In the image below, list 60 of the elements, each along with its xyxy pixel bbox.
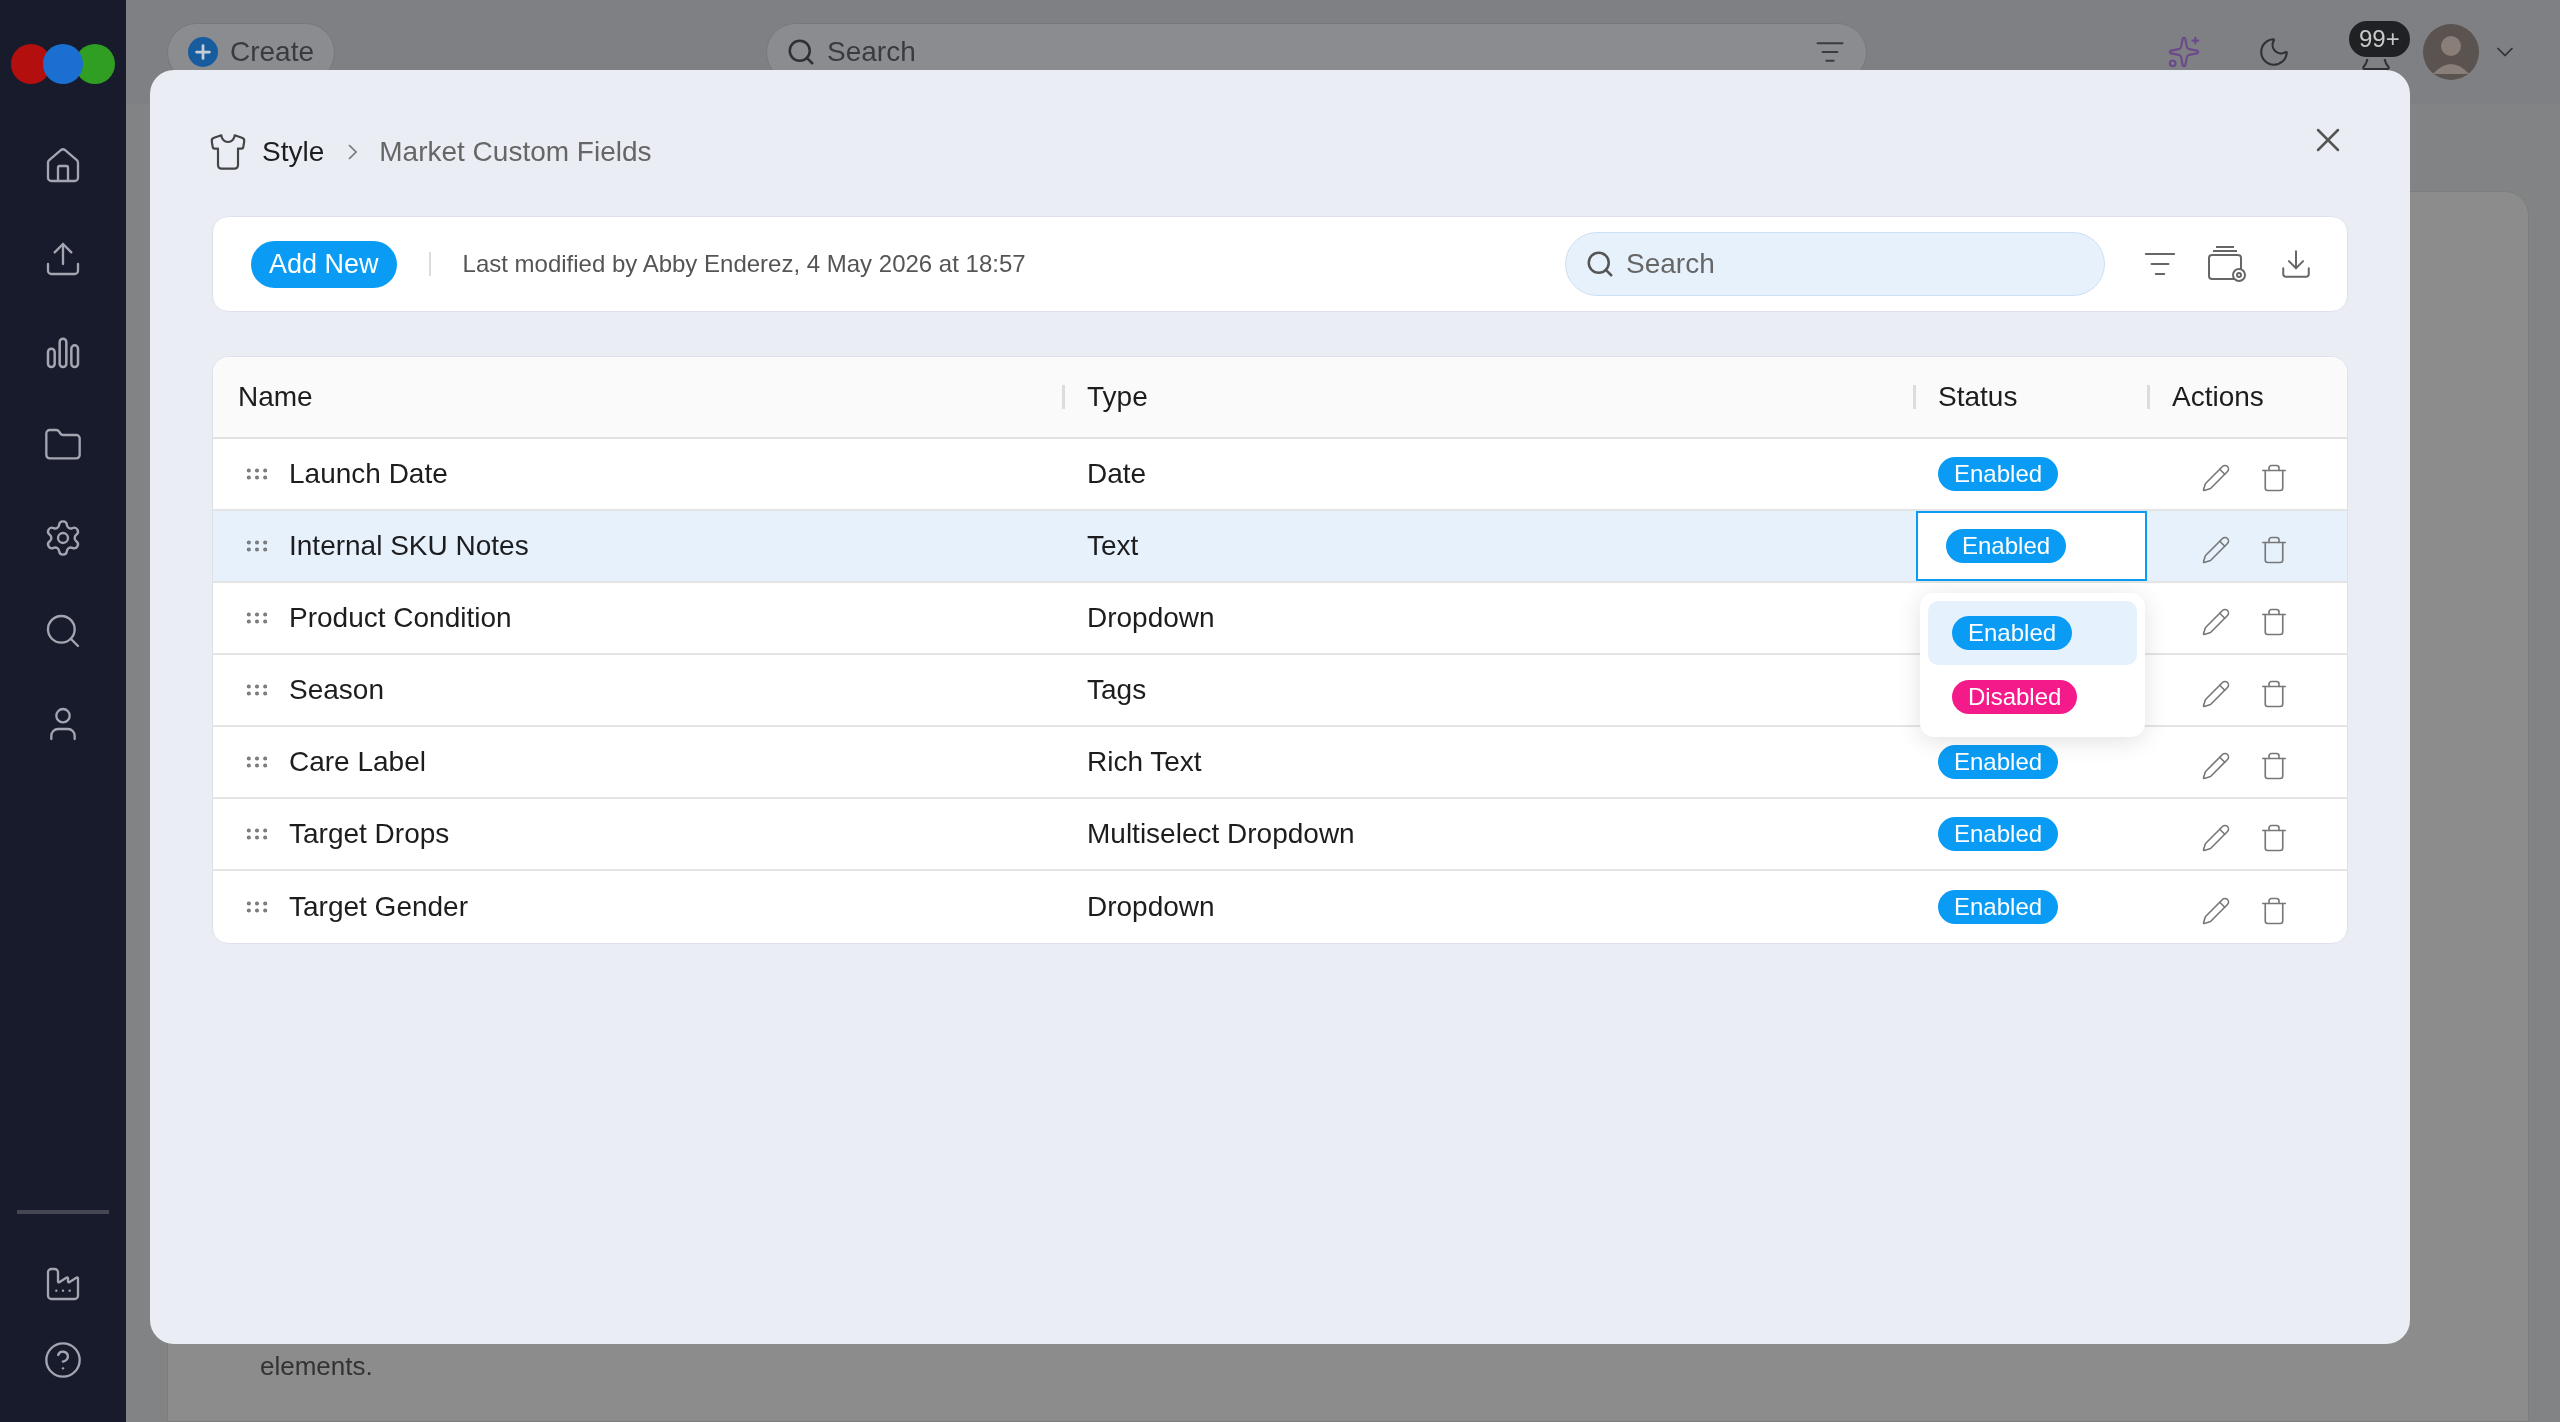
edit-icon[interactable] (2201, 607, 2231, 637)
breadcrumb-current: Market Custom Fields (379, 135, 652, 169)
edit-icon[interactable] (2201, 823, 2231, 853)
logo-icon (8, 42, 117, 86)
delete-icon[interactable] (2259, 679, 2289, 709)
column-header: Type (1087, 380, 1148, 414)
status-badge[interactable]: Enabled (1952, 616, 2073, 650)
table-cell-text: Product Condition (289, 601, 512, 635)
table-cell-text: Text (1087, 529, 1139, 563)
status-badge[interactable]: Enabled (1938, 817, 2059, 851)
column-settings-icon[interactable] (2207, 245, 2249, 283)
chevron-right-icon (348, 144, 358, 160)
add-new-button[interactable]: Add New (251, 240, 397, 288)
dropdown-option[interactable]: Disabled (1928, 665, 2137, 729)
table-row[interactable]: Target Drops Multiselect Dropdown Enabled (213, 799, 2347, 871)
status-badge[interactable]: Enabled (1938, 745, 2059, 779)
search-icon (1585, 249, 1615, 279)
table-cell-text: Target Drops (289, 817, 450, 851)
table-row[interactable]: Target Gender Dropdown Enabled (213, 871, 2347, 943)
table-cell-text: Season (289, 673, 384, 707)
dropdown-option[interactable]: Enabled (1928, 601, 2137, 665)
edit-icon[interactable] (2201, 679, 2231, 709)
status-select[interactable]: Enabled (1916, 511, 2147, 581)
delete-icon[interactable] (2259, 463, 2289, 493)
table-cell-text: Target Gender (289, 890, 468, 924)
status-badge[interactable]: Enabled (1938, 890, 2059, 924)
last-modified-text: Last modified by Abby Enderez, 4 May 2026 at 18:57 (462, 249, 1026, 279)
delete-icon[interactable] (2259, 535, 2289, 565)
table-row[interactable]: Care Label Rich Text Enabled (213, 727, 2347, 799)
body-text: elements. (259, 1351, 374, 1381)
delete-icon[interactable] (2259, 823, 2289, 853)
plus-icon (187, 37, 218, 67)
edit-icon[interactable] (2201, 535, 2231, 565)
table-cell-text: Multiselect Dropdown (1087, 817, 1355, 851)
edit-icon[interactable] (2201, 463, 2231, 493)
table-cell-text: Tags (1087, 673, 1147, 707)
table-cell-text: Rich Text (1087, 745, 1202, 779)
breadcrumb-link[interactable]: Style (262, 131, 325, 173)
help-icon[interactable] (42, 1340, 83, 1380)
status-badge[interactable]: Enabled (1946, 529, 2067, 563)
edit-icon[interactable] (2201, 896, 2231, 926)
delete-icon[interactable] (2259, 751, 2289, 781)
column-header: Name (238, 380, 313, 414)
notification-badge: 99+ (2347, 19, 2412, 59)
table-cell-text: Dropdown (1087, 601, 1215, 635)
column-header: Actions (2172, 380, 2264, 414)
delete-icon[interactable] (2259, 896, 2289, 926)
table-cell-text: Care Label (289, 745, 426, 779)
moon-icon[interactable] (2257, 35, 2291, 69)
shirt-icon (208, 132, 248, 172)
status-badge[interactable]: Disabled (1952, 680, 2078, 714)
status-badge[interactable]: Enabled (1938, 457, 2059, 491)
table-cell-text: Date (1087, 457, 1147, 491)
edit-icon[interactable] (2201, 751, 2231, 781)
table-cell-text: Launch Date (289, 457, 448, 491)
download-icon[interactable] (2279, 247, 2313, 281)
table-cell-text: Dropdown (1087, 890, 1215, 924)
delete-icon[interactable] (2259, 607, 2289, 637)
column-header: Status (1938, 380, 2018, 414)
table-cell-text: Internal SKU Notes (289, 529, 529, 563)
